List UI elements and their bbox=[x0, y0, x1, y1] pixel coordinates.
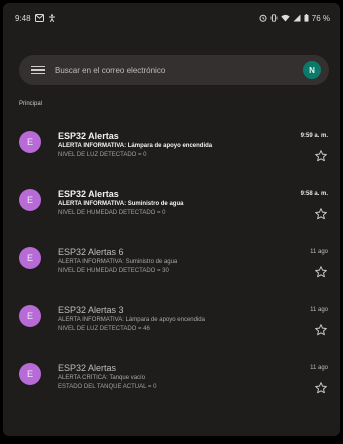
email-content: ESP32 Alertas ALERTA INFORMATIVA: Lámpara… bbox=[58, 131, 288, 160]
sender-name: ESP32 Alertas bbox=[58, 189, 119, 199]
clock: 9:48 bbox=[15, 14, 31, 23]
email-content: ESP32 Alertas 6 ALERTA INFORMATIVA: Sumin… bbox=[58, 247, 288, 276]
email-subject: ALERTA INFORMATIVA: Lámpara de apoyo enc… bbox=[58, 143, 213, 149]
sender-avatar[interactable]: E bbox=[19, 363, 41, 385]
sender-avatar[interactable]: E bbox=[19, 189, 41, 211]
email-list: E ESP32 Alertas ALERTA INFORMATIVA: Lámpar… bbox=[3, 123, 340, 413]
email-row[interactable]: E ESP32 Alertas ALERTA CRÍTICA: Tanque vac… bbox=[3, 355, 340, 413]
sender-name: ESP32 Alertas 3 bbox=[58, 305, 124, 315]
email-snippet: ESTADO DEL TANQUE ACTUAL = 0 bbox=[58, 384, 157, 390]
email-content: ESP32 Alertas ALERTA CRÍTICA: Tanque vací… bbox=[58, 363, 288, 392]
sender-name: ESP32 Alertas bbox=[58, 363, 117, 373]
status-bar: 9:48 76 % bbox=[3, 3, 340, 31]
email-row[interactable]: E ESP32 Alertas ALERTA INFORMATIVA: Lámpar… bbox=[3, 123, 340, 181]
sender-name: ESP32 Alertas 6 bbox=[58, 247, 124, 257]
email-snippet: NIVEL DE LUZ DETECTADO = 0 bbox=[58, 152, 147, 158]
email-time: 11 ago bbox=[310, 365, 328, 371]
star-icon[interactable] bbox=[314, 323, 328, 337]
alarm-icon bbox=[259, 14, 267, 24]
email-content: ESP32 Alertas 3 ALERTA INFORMATIVA: Lámpa… bbox=[58, 305, 288, 334]
accessibility-icon bbox=[48, 14, 56, 24]
sender-avatar[interactable]: E bbox=[19, 247, 41, 269]
email-time: 9:59 a. m. bbox=[300, 133, 328, 139]
vibrate-icon bbox=[270, 14, 278, 24]
star-icon[interactable] bbox=[314, 265, 328, 279]
star-icon[interactable] bbox=[314, 381, 328, 395]
email-subject: ALERTA CRÍTICA: Tanque vacío bbox=[58, 375, 146, 381]
folder-label: Principal bbox=[19, 101, 43, 107]
email-snippet: NIVEL DE HUMEDAD DETECTADO = 0 bbox=[58, 210, 166, 216]
email-subject: ALERTA INFORMATIVA: Suministro de agua bbox=[58, 259, 178, 265]
battery-icon bbox=[304, 14, 309, 24]
menu-icon[interactable] bbox=[31, 65, 45, 75]
email-row[interactable]: E ESP32 Alertas 6 ALERTA INFORMATIVA: Sumi… bbox=[3, 239, 340, 297]
status-right: 76 % bbox=[259, 14, 330, 24]
email-row[interactable]: E ESP32 Alertas 3 ALERTA INFORMATIVA: Lámp… bbox=[3, 297, 340, 355]
search-bar[interactable]: Buscar en el correo electrónico N bbox=[19, 55, 329, 85]
wifi-icon bbox=[281, 14, 290, 24]
email-content: ESP32 Alertas ALERTA INFORMATIVA: Suminis… bbox=[58, 189, 288, 218]
email-snippet: NIVEL DE LUZ DETECTADO = 46 bbox=[58, 326, 150, 332]
star-icon[interactable] bbox=[314, 149, 328, 163]
signal-icon bbox=[293, 14, 301, 24]
search-input[interactable]: Buscar en el correo electrónico bbox=[55, 66, 303, 75]
battery-percent: 76 % bbox=[311, 14, 330, 23]
email-row[interactable]: E ESP32 Alertas ALERTA INFORMATIVA: Sumini… bbox=[3, 181, 340, 239]
sender-name: ESP32 Alertas bbox=[58, 131, 119, 141]
email-subject: ALERTA INFORMATIVA: Suministro de agua bbox=[58, 201, 184, 207]
gmail-screen: 9:48 76 % Buscar en el correo electrónic… bbox=[3, 3, 340, 436]
account-avatar[interactable]: N bbox=[303, 61, 321, 79]
email-subject: ALERTA INFORMATIVA: Lámpara de apoyo enc… bbox=[58, 317, 205, 323]
email-time: 11 ago bbox=[310, 307, 328, 313]
email-snippet: NIVEL DE HUMEDAD DETECTADO = 30 bbox=[58, 268, 169, 274]
email-time: 9:58 a. m. bbox=[300, 191, 328, 197]
star-icon[interactable] bbox=[314, 207, 328, 221]
sender-avatar[interactable]: E bbox=[19, 131, 41, 153]
status-left: 9:48 bbox=[15, 14, 56, 24]
sender-avatar[interactable]: E bbox=[19, 305, 41, 327]
email-time: 11 ago bbox=[310, 249, 328, 255]
gmail-notification-icon bbox=[34, 14, 44, 24]
